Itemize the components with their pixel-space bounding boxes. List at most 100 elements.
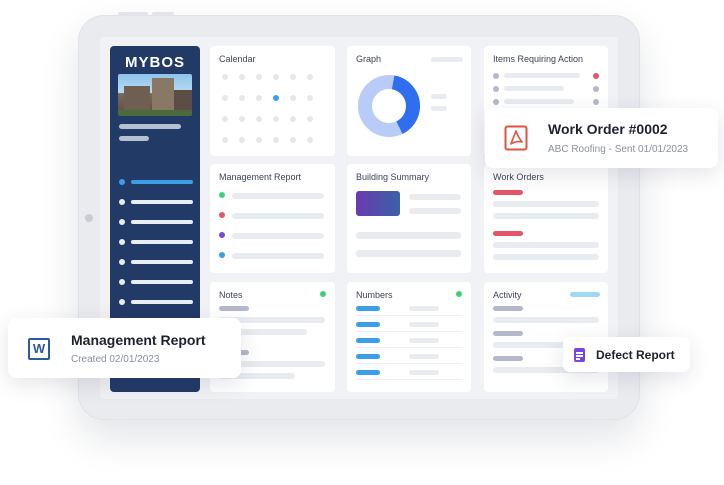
nav-dot-icon xyxy=(119,239,125,245)
calendar-day[interactable] xyxy=(273,116,279,122)
summary-swatch xyxy=(356,191,400,216)
graph-card[interactable]: Graph xyxy=(347,46,471,156)
work-order-placeholder xyxy=(493,242,599,248)
management-report-popup[interactable]: W Management Report Created 02/01/2023 xyxy=(8,318,241,378)
work-order-status-red xyxy=(493,190,523,195)
calendar-day[interactable] xyxy=(256,74,262,80)
word-doc-letter: W xyxy=(32,341,46,356)
calendar-day[interactable] xyxy=(239,137,245,143)
calendar-day[interactable] xyxy=(290,74,296,80)
nav-dot-icon xyxy=(119,299,125,305)
report-row-placeholder xyxy=(232,213,324,219)
number-row-divider xyxy=(356,331,462,332)
nav-dot-icon xyxy=(119,219,125,225)
number-row-divider xyxy=(356,347,462,348)
report-row-placeholder xyxy=(232,253,324,259)
calendar-day[interactable] xyxy=(273,74,279,80)
calendar-day[interactable] xyxy=(222,95,228,101)
work-orders-card[interactable]: Work Orders xyxy=(484,164,608,273)
numbers-card[interactable]: Numbers xyxy=(347,282,471,392)
calendar-day[interactable] xyxy=(256,137,262,143)
number-bar xyxy=(356,354,380,359)
status-dot-icon xyxy=(219,232,225,238)
calendar-day[interactable] xyxy=(256,116,262,122)
item-dot-icon xyxy=(593,99,599,105)
brand-logo: MYBOS xyxy=(124,54,185,71)
management-report-subtitle: Created 02/01/2023 xyxy=(71,354,160,365)
item-placeholder xyxy=(504,86,564,91)
nav-label-placeholder xyxy=(131,300,193,304)
numbers-status-dot-icon xyxy=(456,291,462,297)
nav-dot-icon xyxy=(119,259,125,265)
defect-report-title: Defect Report xyxy=(596,348,675,362)
calendar-day[interactable] xyxy=(307,137,313,143)
status-dot-icon xyxy=(219,192,225,198)
building-summary-card[interactable]: Building Summary xyxy=(347,164,471,273)
number-bar xyxy=(356,338,380,343)
summary-placeholder xyxy=(356,232,461,239)
activity-placeholder xyxy=(493,306,523,311)
work-order-title: Work Order #0002 xyxy=(548,121,668,137)
number-value-placeholder xyxy=(409,338,439,343)
number-value-placeholder xyxy=(409,354,439,359)
calendar-day[interactable] xyxy=(256,95,262,101)
calendar-day[interactable] xyxy=(307,116,313,122)
work-order-placeholder xyxy=(493,201,599,207)
calendar-day[interactable] xyxy=(222,74,228,80)
number-value-placeholder xyxy=(409,370,439,375)
management-report-card[interactable]: Management Report xyxy=(210,164,335,273)
tablet-button xyxy=(118,12,148,16)
nav-label-placeholder xyxy=(131,260,193,264)
note-placeholder xyxy=(219,306,249,311)
number-value-placeholder xyxy=(409,322,439,327)
item-placeholder xyxy=(504,99,574,104)
activity-placeholder xyxy=(493,317,599,323)
sidebar-placeholder xyxy=(119,124,181,129)
word-doc-icon: W xyxy=(28,338,50,360)
building-photo xyxy=(118,74,192,116)
number-value-placeholder xyxy=(409,306,439,311)
calendar-day[interactable] xyxy=(290,95,296,101)
nav-label-placeholder xyxy=(131,220,193,224)
legend-placeholder xyxy=(431,94,447,99)
calendar-selected-day[interactable] xyxy=(273,95,279,101)
item-placeholder xyxy=(504,73,580,78)
calendar-day[interactable] xyxy=(239,116,245,122)
nav-label-placeholder xyxy=(131,240,193,244)
number-bar xyxy=(356,370,380,375)
calendar-day[interactable] xyxy=(273,137,279,143)
calendar-card[interactable]: Calendar xyxy=(210,46,335,156)
work-orders-card-title: Work Orders xyxy=(493,172,544,182)
calendar-day[interactable] xyxy=(290,137,296,143)
sidebar-placeholder xyxy=(119,136,149,141)
activity-card-title: Activity xyxy=(493,290,522,300)
calendar-day[interactable] xyxy=(290,116,296,122)
calendar-day[interactable] xyxy=(222,137,228,143)
report-row-placeholder xyxy=(232,193,324,199)
report-row-placeholder xyxy=(232,233,324,239)
number-row-divider xyxy=(356,379,462,380)
calendar-day[interactable] xyxy=(307,95,313,101)
work-order-placeholder xyxy=(493,254,599,260)
activity-placeholder xyxy=(493,331,523,336)
number-row-divider xyxy=(356,315,462,316)
activity-placeholder xyxy=(493,356,523,361)
summary-placeholder xyxy=(409,194,461,200)
graph-card-title: Graph xyxy=(356,54,382,64)
item-dot-icon xyxy=(493,86,499,92)
nav-label-placeholder xyxy=(131,180,193,184)
calendar-day[interactable] xyxy=(307,74,313,80)
graph-placeholder xyxy=(431,57,463,62)
tablet-camera xyxy=(85,214,93,222)
calendar-day[interactable] xyxy=(222,116,228,122)
building-summary-card-title: Building Summary xyxy=(356,172,430,182)
legend-placeholder xyxy=(431,106,447,111)
defect-report-popup[interactable]: Defect Report xyxy=(563,337,690,372)
number-bar xyxy=(356,306,380,311)
notes-status-dot-icon xyxy=(320,291,326,297)
calendar-day[interactable] xyxy=(239,95,245,101)
work-order-popup[interactable]: Work Order #0002 ABC Roofing - Sent 01/0… xyxy=(485,108,718,168)
calendar-day[interactable] xyxy=(239,74,245,80)
work-order-status-red xyxy=(493,231,523,236)
activity-badge xyxy=(570,292,600,297)
